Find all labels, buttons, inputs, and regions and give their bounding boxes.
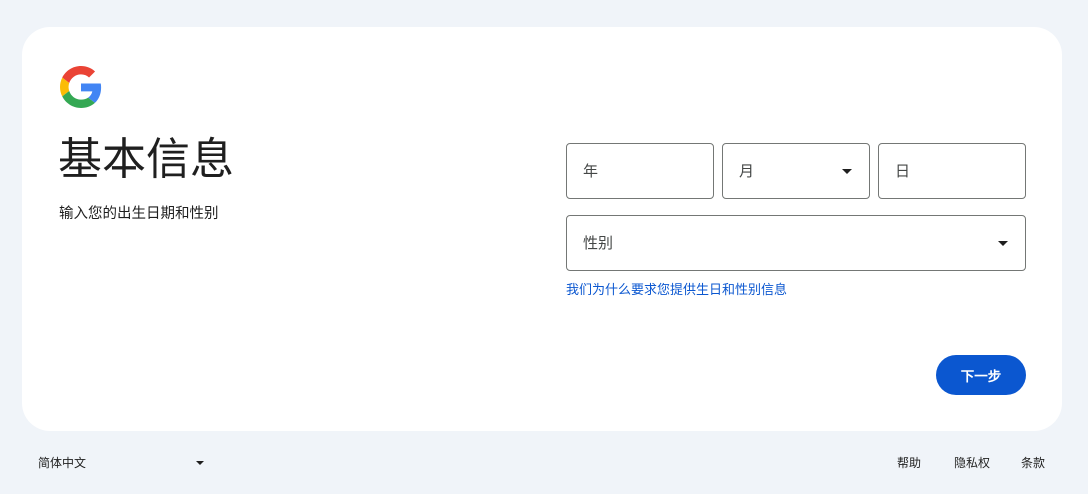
privacy-link[interactable]: 隐私权 — [954, 454, 990, 472]
gender-placeholder: 性别 — [583, 234, 614, 252]
caret-down-icon — [998, 241, 1008, 246]
month-select[interactable]: 月 — [722, 143, 870, 199]
terms-link[interactable]: 条款 — [1021, 454, 1045, 472]
day-input[interactable]: 日 — [878, 143, 1026, 199]
language-select[interactable]: 简体中文 — [38, 452, 206, 474]
language-label: 简体中文 — [38, 456, 87, 470]
signup-card: 基本信息 输入您的出生日期和性别 年 月 日 性别 我们为什么要求您提供生日和性… — [22, 27, 1062, 431]
year-placeholder: 年 — [583, 162, 599, 180]
caret-down-icon — [842, 169, 852, 174]
caret-down-icon — [196, 461, 204, 465]
why-birthday-gender-link[interactable]: 我们为什么要求您提供生日和性别信息 — [566, 281, 787, 301]
page-subtitle: 输入您的出生日期和性别 — [59, 206, 219, 222]
page-title: 基本信息 — [58, 134, 234, 185]
next-button[interactable]: 下一步 — [936, 355, 1026, 395]
day-placeholder: 日 — [895, 162, 911, 180]
gender-select[interactable]: 性别 — [566, 215, 1026, 271]
google-logo-icon — [60, 66, 102, 108]
year-input[interactable]: 年 — [566, 143, 714, 199]
month-placeholder: 月 — [739, 162, 755, 180]
help-link[interactable]: 帮助 — [897, 454, 921, 472]
